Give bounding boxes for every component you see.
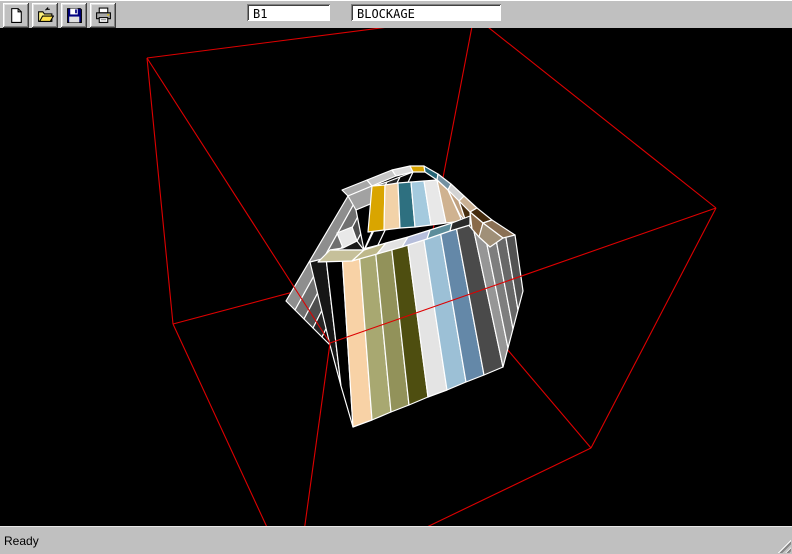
blockage-face — [384, 183, 400, 230]
resize-grip-icon[interactable] — [776, 538, 791, 553]
wireframe-edge — [147, 28, 474, 58]
blockage-face — [424, 166, 438, 180]
viewport-3d[interactable] — [0, 28, 792, 526]
wireframe-scene — [0, 28, 792, 526]
status-text: Ready — [4, 534, 39, 548]
print-button[interactable] — [90, 3, 116, 28]
wireframe-edge — [296, 343, 330, 526]
new-button[interactable] — [3, 3, 29, 28]
wireframe-edge — [173, 324, 296, 526]
wireframe-edge — [296, 448, 591, 526]
save-floppy-icon — [66, 7, 83, 24]
wireframe-edge — [147, 58, 330, 343]
toolbar — [0, 0, 792, 28]
app-window: { "window": { "chrome_color": "#c0c0c0" … — [0, 0, 792, 554]
new-document-icon — [8, 7, 25, 24]
wireframe-edge — [474, 28, 716, 208]
block-id-field[interactable] — [247, 4, 330, 21]
status-bar: Ready — [0, 526, 792, 554]
wireframe-edge — [591, 208, 716, 448]
save-button[interactable] — [61, 3, 87, 28]
blockage-face — [410, 166, 425, 172]
open-folder-icon — [37, 7, 54, 24]
print-icon — [95, 7, 112, 24]
wireframe-edge — [147, 58, 173, 324]
block-label-field[interactable] — [351, 4, 501, 21]
open-button[interactable] — [32, 3, 58, 28]
